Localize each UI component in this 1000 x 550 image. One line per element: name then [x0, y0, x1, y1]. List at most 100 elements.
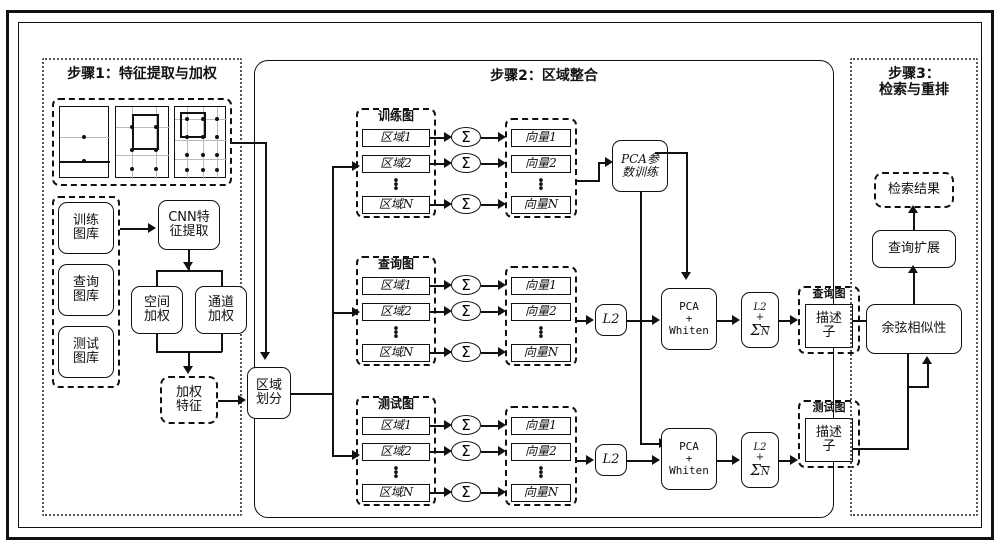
train-sum-n-label: Σ: [461, 195, 471, 213]
weighted-feature-line2: 特征: [175, 399, 202, 414]
query-region-2-label: 区域2: [380, 304, 412, 319]
conn-pcaparam-to-q: [686, 152, 688, 277]
region-scale-1-thumb: [59, 106, 110, 178]
test-sum-2: Σ: [451, 441, 481, 461]
query-l2-label: L2: [602, 311, 620, 327]
query-region-n-label: 区域N: [378, 345, 414, 360]
train-region-2-label: 区域2: [380, 156, 412, 171]
query-l2-box[interactable]: L2: [595, 304, 627, 336]
test-region-2-label: 区域2: [380, 444, 412, 459]
conn-query-l2-out: [627, 320, 655, 322]
train-sum-2-label: Σ: [461, 154, 471, 172]
conn-thumbs-down-arrow: [260, 352, 270, 360]
query-descriptor-line1: 描述: [815, 310, 842, 326]
query-vector-1[interactable]: 向量1: [511, 277, 571, 295]
spatial-weighting-line2: 加权: [143, 309, 170, 324]
channel-weighting-box[interactable]: 通道 加权: [195, 286, 247, 334]
test-descriptor-line2: 子: [822, 439, 836, 454]
train-region-1[interactable]: 区域1: [362, 129, 430, 147]
test-pca-whiten-box[interactable]: PCA + Whiten: [661, 428, 717, 490]
conn-test-vec-out-arrow: [586, 455, 594, 465]
query-vector-dots: • • •: [537, 322, 545, 345]
query-region-n[interactable]: 区域N: [362, 344, 430, 362]
test-vector-n[interactable]: 向量N: [511, 484, 571, 502]
query-l2sum-line1: L2: [753, 301, 767, 313]
test-pca-line3: Whiten: [669, 464, 709, 478]
train-image-label: 训练图: [377, 109, 414, 123]
test-l2-box[interactable]: L2: [595, 444, 627, 476]
conn-merge-left: [156, 334, 158, 352]
test-vector-2[interactable]: 向量2: [511, 443, 571, 461]
train-sum-2: Σ: [451, 153, 481, 173]
query-region-2[interactable]: 区域2: [362, 303, 430, 321]
train-region-2[interactable]: 区域2: [362, 155, 430, 173]
db-query-line2: 图库: [72, 289, 99, 304]
query-sum-1: Σ: [451, 275, 481, 295]
query-sum-2-label: Σ: [461, 302, 471, 320]
db-test-line1: 测试: [72, 336, 99, 352]
query-pca-whiten-box[interactable]: PCA + Whiten: [661, 288, 717, 350]
query-expansion-label: 查询扩展: [887, 240, 940, 256]
query-vector-2[interactable]: 向量2: [511, 303, 571, 321]
conn-pcaparam-to-t: [640, 192, 642, 444]
test-vector-2-label: 向量2: [525, 444, 557, 459]
train-vector-2-label: 向量2: [525, 156, 557, 171]
spatial-weighting-line1: 空间: [143, 294, 170, 310]
test-descriptor-box[interactable]: 描述 子: [805, 418, 853, 462]
conn-pcaparam-top: [655, 152, 687, 154]
test-region-dots: • • •: [392, 462, 400, 485]
query-vector-n[interactable]: 向量N: [511, 344, 571, 362]
test-l2-sum-box[interactable]: L2 + ΣN: [741, 432, 779, 488]
query-expansion-box[interactable]: 查询扩展: [872, 230, 956, 268]
test-sum-n-label: Σ: [461, 483, 471, 501]
test-region-n[interactable]: 区域N: [362, 484, 430, 502]
query-vector-n-label: 向量N: [523, 345, 559, 360]
query-descriptor-box[interactable]: 描述 子: [805, 304, 853, 348]
cosine-similarity-box[interactable]: 余弦相似性: [866, 304, 962, 354]
test-region-2[interactable]: 区域2: [362, 443, 430, 461]
test-region-n-label: 区域N: [378, 485, 414, 500]
weighted-feature-box[interactable]: 加权 特征: [160, 376, 218, 424]
conn-cos-to-qe-arrow: [908, 265, 918, 273]
spatial-weighting-box[interactable]: 空间 加权: [131, 286, 183, 334]
conn-thumbs-down: [265, 142, 267, 355]
train-region-n-label: 区域N: [378, 197, 414, 212]
db-test-line2: 图库: [72, 351, 99, 366]
conn-db-to-cnn: [120, 228, 150, 230]
query-region-dots: • • •: [392, 322, 400, 345]
test-l2-label: L2: [602, 451, 620, 467]
db-train-box[interactable]: 训练 图库: [58, 202, 114, 254]
db-query-box[interactable]: 查询 图库: [58, 264, 114, 316]
query-region-1[interactable]: 区域1: [362, 277, 430, 295]
region-scale-3-thumb: [174, 106, 227, 179]
train-vector-2[interactable]: 向量2: [511, 155, 571, 173]
train-vector-n[interactable]: 向量N: [511, 196, 571, 214]
query-l2sum-sigma: Σ: [750, 320, 761, 339]
region-split-box[interactable]: 区域 划分: [247, 367, 291, 419]
test-vector-1[interactable]: 向量1: [511, 417, 571, 435]
query-l2-sum-box[interactable]: L2 + ΣN: [741, 292, 779, 348]
retrieval-result-label: 检索结果: [887, 181, 940, 197]
cnn-feature-extraction-box[interactable]: CNN特 征提取: [158, 200, 220, 250]
step3-title-line2: 检索与重排: [879, 82, 949, 99]
test-vector-1-label: 向量1: [525, 418, 557, 433]
conn-train-vec-up: [598, 162, 600, 182]
test-region-1[interactable]: 区域1: [362, 417, 430, 435]
pca-param-training-box[interactable]: PCA参 数训练: [612, 140, 668, 192]
test-sum-1: Σ: [451, 415, 481, 435]
train-sum-1-label: Σ: [461, 128, 471, 146]
query-sum-n: Σ: [451, 342, 481, 362]
db-test-box[interactable]: 测试 图库: [58, 326, 114, 378]
query-image-label: 查询图: [377, 257, 414, 271]
retrieval-result-box[interactable]: 检索结果: [874, 172, 954, 208]
train-region-n[interactable]: 区域N: [362, 196, 430, 214]
conn-merge-right: [221, 334, 223, 352]
conn-pcaparam-to-q-arrow: [681, 272, 691, 280]
train-sum-n: Σ: [451, 194, 481, 214]
train-vector-1-label: 向量1: [525, 130, 557, 145]
query-sum-1-label: Σ: [461, 276, 471, 294]
pca-train-line2: 数训练: [621, 165, 658, 179]
conn-test-pca-out-arrow: [732, 455, 740, 465]
train-vector-1[interactable]: 向量1: [511, 129, 571, 147]
conn-query-pca-out-arrow: [732, 315, 740, 325]
